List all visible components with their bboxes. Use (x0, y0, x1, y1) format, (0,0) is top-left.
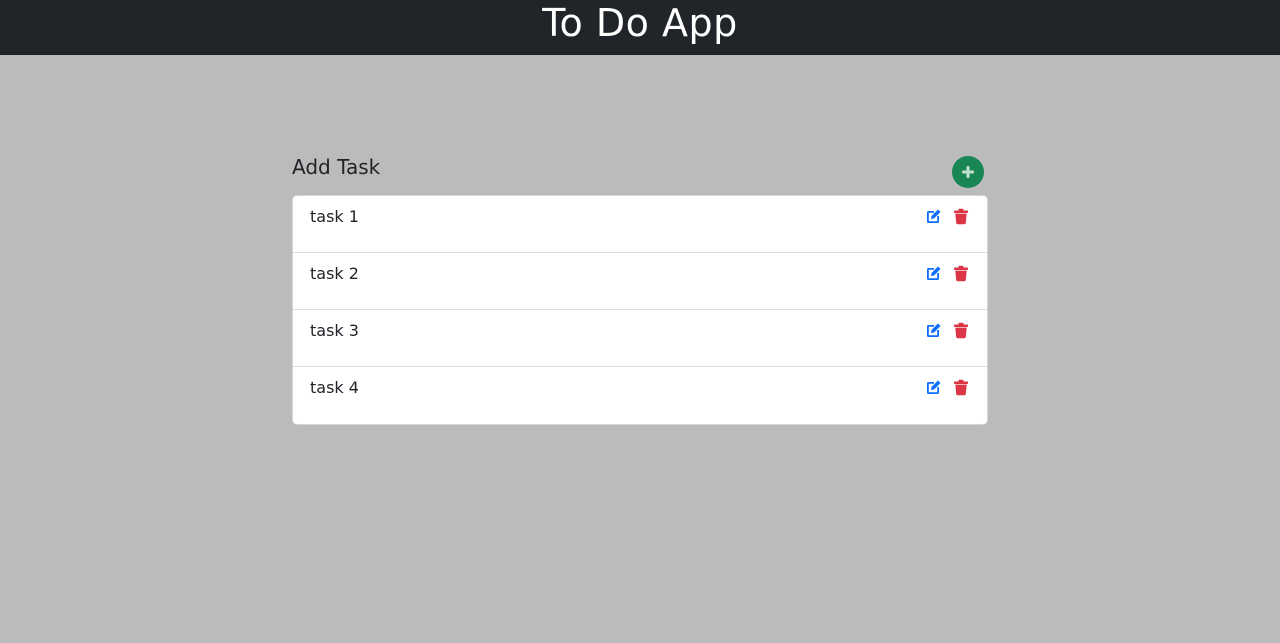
task-item: task 2 (293, 253, 987, 310)
edit-task-button[interactable] (924, 321, 942, 339)
task-label: task 1 (310, 207, 359, 226)
task-list: task 1 task 2 task 3 task 4 (292, 195, 988, 425)
task-actions (924, 378, 970, 396)
edit-icon (926, 380, 940, 394)
delete-task-button[interactable] (952, 207, 970, 225)
task-actions (924, 264, 970, 282)
edit-icon (926, 266, 940, 280)
task-item: task 1 (293, 196, 987, 253)
trash-icon (954, 322, 968, 338)
task-label: task 4 (310, 378, 359, 397)
task-item: task 4 (293, 367, 987, 424)
task-label: task 3 (310, 321, 359, 340)
edit-task-button[interactable] (924, 378, 942, 396)
task-item: task 3 (293, 310, 987, 367)
trash-icon (954, 379, 968, 395)
delete-task-button[interactable] (952, 321, 970, 339)
trash-icon (954, 208, 968, 224)
task-label: task 2 (310, 264, 359, 283)
plus-icon (962, 166, 974, 178)
section-header: Add Task (292, 150, 988, 195)
edit-task-button[interactable] (924, 207, 942, 225)
task-actions (924, 207, 970, 225)
section-title: Add Task (292, 155, 381, 179)
app-title: To Do App (542, 1, 738, 45)
add-task-button[interactable] (952, 156, 984, 188)
task-actions (924, 321, 970, 339)
edit-task-button[interactable] (924, 264, 942, 282)
app-header: To Do App (0, 0, 1280, 55)
delete-task-button[interactable] (952, 264, 970, 282)
delete-task-button[interactable] (952, 378, 970, 396)
edit-icon (926, 209, 940, 223)
task-container: Add Task task 1 task 2 task 3 task 4 (292, 150, 988, 425)
edit-icon (926, 323, 940, 337)
trash-icon (954, 265, 968, 281)
